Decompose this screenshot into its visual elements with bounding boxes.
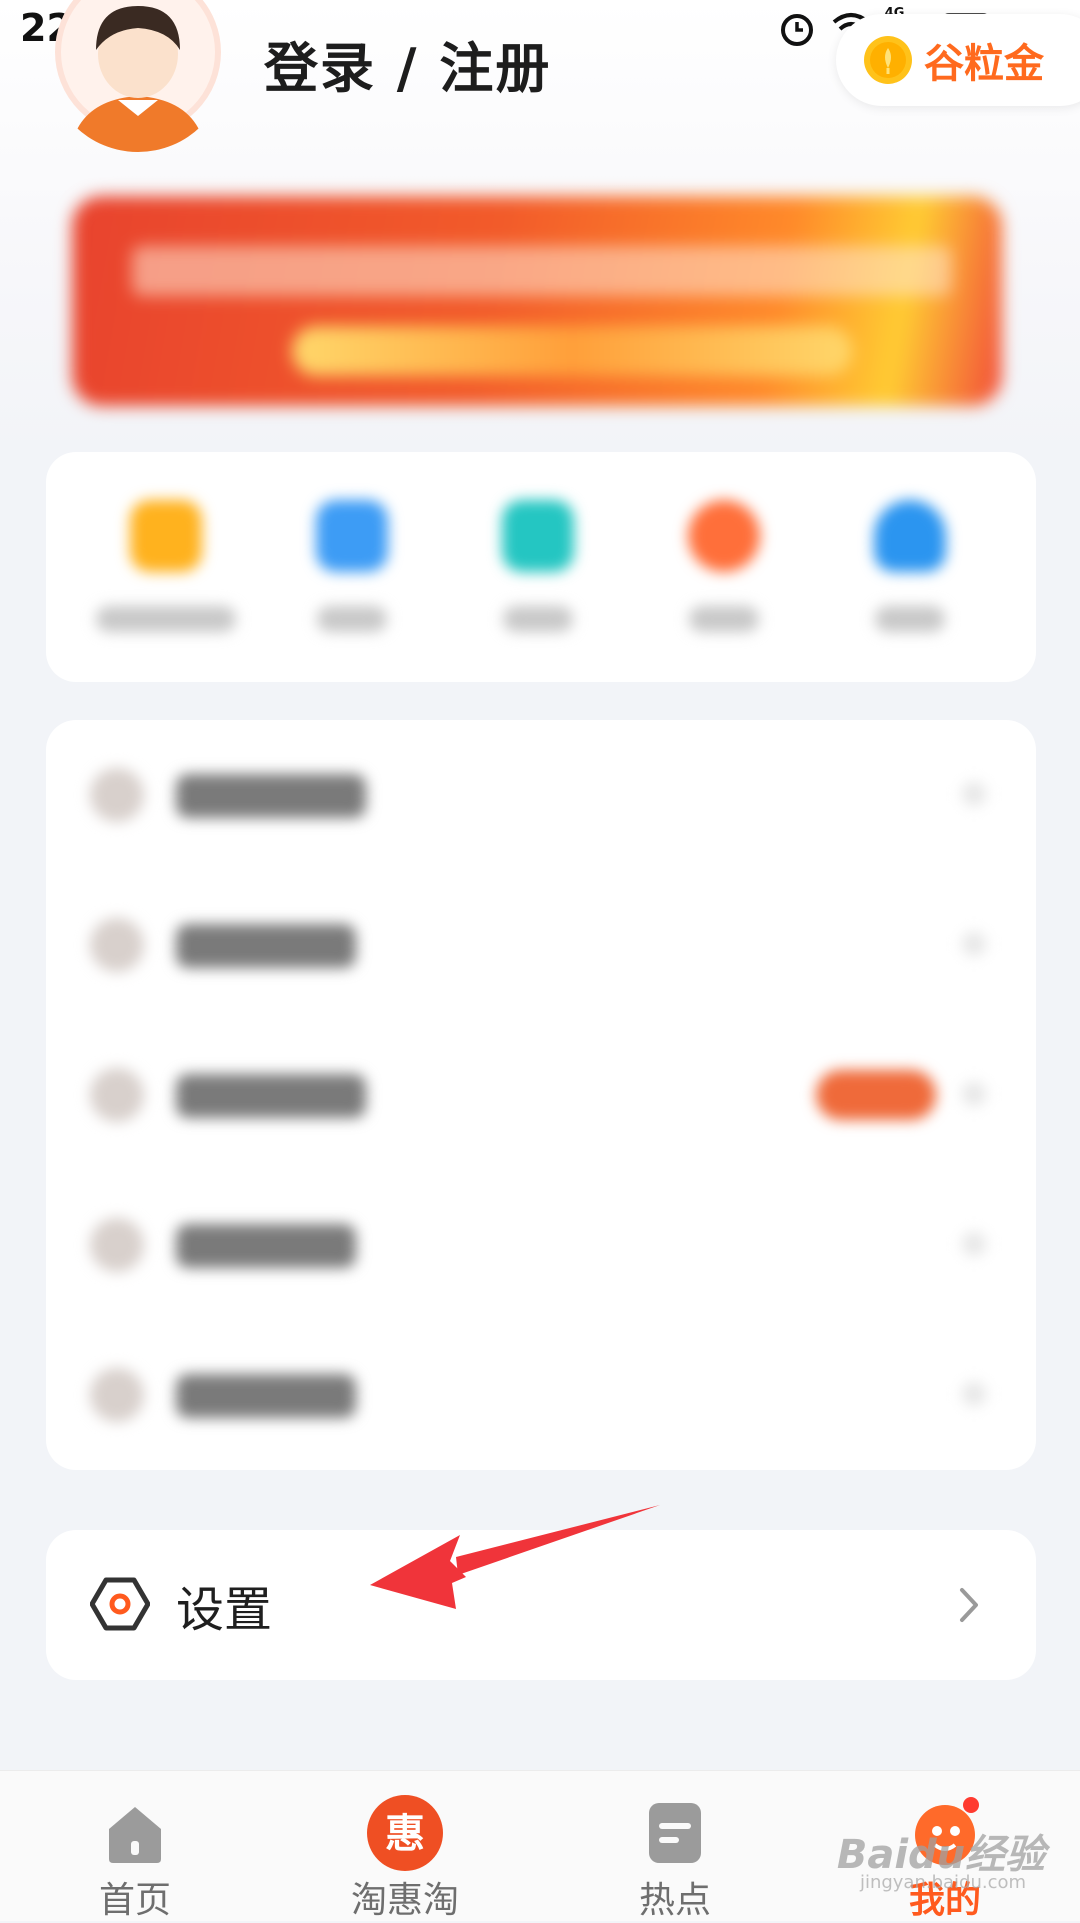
watermark-sub: jingyan.baidu.com bbox=[859, 1872, 1027, 1893]
login-register-link[interactable]: 登录 / 注册 bbox=[264, 24, 551, 103]
menu-row-2[interactable] bbox=[46, 870, 1036, 1020]
chevron-right-icon bbox=[960, 1588, 978, 1622]
banner-headline-blurred bbox=[132, 246, 952, 296]
home-icon bbox=[109, 1807, 161, 1863]
grain-gold-label: 谷粒金 bbox=[924, 41, 1044, 87]
quick-actions-card bbox=[46, 452, 1036, 682]
settings-hexagon-icon bbox=[90, 1577, 150, 1631]
quick-action-label-blurred bbox=[875, 606, 945, 632]
quick-action-label-blurred bbox=[317, 606, 387, 632]
nav-label-home: 首页 bbox=[98, 1880, 171, 1921]
orange-square-icon bbox=[130, 500, 202, 572]
nav-item-home[interactable]: 首页 bbox=[0, 1771, 270, 1921]
menu-row-icon bbox=[90, 1368, 144, 1422]
menu-row-label-blurred bbox=[176, 924, 356, 968]
svg-text:惠: 惠 bbox=[385, 1811, 425, 1857]
banner-cta-blurred bbox=[292, 326, 852, 376]
chevron-right-icon bbox=[962, 1382, 986, 1406]
grain-coin-icon bbox=[864, 36, 912, 84]
chevron-right-icon bbox=[962, 782, 986, 806]
alarm-icon bbox=[780, 14, 813, 46]
menu-row-label-blurred bbox=[176, 1374, 356, 1418]
cloud-icon bbox=[874, 500, 946, 572]
nav-item-hot[interactable]: 热点 bbox=[540, 1771, 810, 1921]
menu-row-icon bbox=[90, 918, 144, 972]
nav-label-taohuitao: 淘惠淘 bbox=[350, 1880, 459, 1921]
menu-row-1[interactable] bbox=[46, 720, 1036, 870]
chevron-right-icon bbox=[962, 1082, 986, 1106]
quick-action-label-blurred bbox=[96, 606, 236, 632]
settings-label: 设置 bbox=[176, 1582, 273, 1638]
annotation-arrow-icon bbox=[370, 1505, 660, 1609]
promo-banner[interactable] bbox=[72, 196, 1002, 406]
quick-action-item[interactable] bbox=[830, 500, 990, 660]
chevron-right-icon bbox=[962, 932, 986, 956]
chevron-right-icon bbox=[962, 1232, 986, 1256]
quick-action-item[interactable] bbox=[644, 500, 804, 660]
hot-news-icon bbox=[649, 1803, 701, 1863]
nav-item-taohuitao[interactable]: 惠 淘惠淘 bbox=[270, 1771, 540, 1921]
orange-circle-icon bbox=[688, 500, 760, 572]
hui-logo-icon: 惠 bbox=[367, 1795, 443, 1871]
status-badge-blurred bbox=[816, 1070, 936, 1120]
quick-action-item[interactable] bbox=[86, 500, 246, 660]
menu-row-label-blurred bbox=[176, 1074, 366, 1118]
menu-row-icon bbox=[90, 1218, 144, 1272]
grain-gold-button[interactable]: 谷粒金 bbox=[836, 14, 1080, 106]
menu-row-5[interactable] bbox=[46, 1320, 1036, 1470]
quick-action-label-blurred bbox=[689, 606, 759, 632]
menu-row-icon bbox=[90, 768, 144, 822]
menu-list-card bbox=[46, 720, 1036, 1470]
quick-action-label-blurred bbox=[503, 606, 573, 632]
menu-row-3[interactable] bbox=[46, 1020, 1036, 1170]
teal-icon bbox=[502, 500, 574, 572]
blue-person-icon bbox=[316, 500, 388, 572]
menu-row-label-blurred bbox=[176, 1224, 356, 1268]
nav-label-hot: 热点 bbox=[638, 1880, 711, 1921]
quick-action-item[interactable] bbox=[458, 500, 618, 660]
quick-action-item[interactable] bbox=[272, 500, 432, 660]
menu-row-label-blurred bbox=[176, 774, 366, 818]
menu-row-icon bbox=[90, 1068, 144, 1122]
menu-row-4[interactable] bbox=[46, 1170, 1036, 1320]
